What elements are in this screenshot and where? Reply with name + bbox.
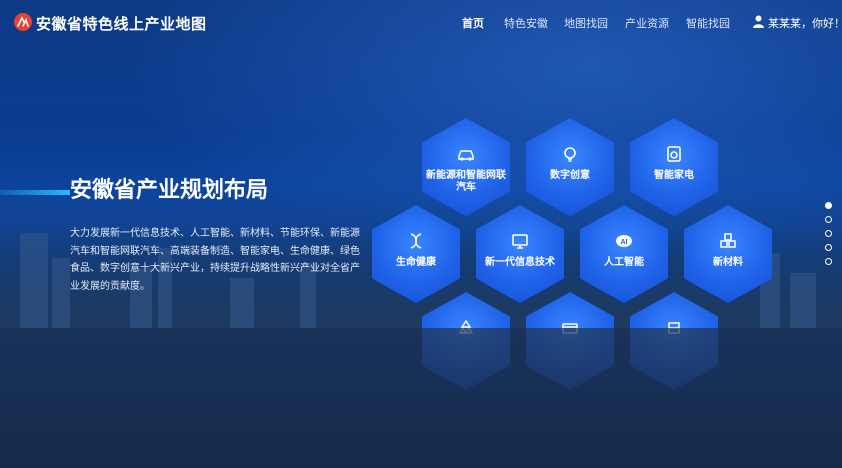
hex-label: 人工智能 (604, 257, 644, 268)
lower-shade-overlay (0, 328, 842, 468)
appliance-icon (667, 146, 681, 162)
hex-label: 智能家电 (654, 170, 694, 181)
nav-industry-resources[interactable]: 产业资源 (625, 15, 669, 31)
bulb-icon (564, 147, 576, 162)
slide-pagination (825, 202, 833, 266)
hex-label: 生命健康 (396, 257, 436, 268)
hex-label: 新材料 (713, 257, 743, 268)
logo-icon (14, 13, 32, 31)
accent-bar (0, 190, 70, 195)
pagination-dot-5[interactable] (825, 258, 832, 265)
user-greeting: 某某某，你好！ (768, 17, 842, 30)
user-icon (753, 15, 764, 28)
hex-label: 新一代信息技术 (485, 257, 555, 268)
cubes-icon (720, 233, 736, 248)
dna-icon (410, 233, 422, 249)
app-title: 安徽省特色线上产业地图 (36, 15, 207, 33)
pagination-dot-3[interactable] (825, 230, 832, 237)
car-icon (458, 150, 474, 161)
nav-map-find-park[interactable]: 地图找园 (564, 15, 608, 31)
top-header: 安徽省特色线上产业地图 首页 特色安徽 地图找园 产业资源 智能找园 某某某，你… (0, 0, 842, 44)
pagination-dot-4[interactable] (825, 244, 832, 251)
hex-label: 新能源和智能网联汽车 (426, 170, 506, 193)
nav-featured-anhui[interactable]: 特色安徽 (504, 15, 548, 31)
page-description: 大力发展新一代信息技术、人工智能、新材料、节能环保、新能源汽车和智能网联汽车、高… (70, 228, 360, 292)
ai-icon: AI (616, 235, 632, 247)
monitor-icon (512, 234, 528, 249)
pagination-dot-1[interactable] (825, 202, 832, 209)
page-title: 安徽省产业规划布局 (70, 178, 269, 203)
pagination-dot-2[interactable] (825, 216, 832, 223)
nav-smart-find-park[interactable]: 智能找园 (686, 15, 730, 31)
svg-text:AI: AI (621, 239, 628, 246)
nav-home[interactable]: 首页 (462, 15, 484, 31)
hex-label: 数字创意 (550, 170, 590, 181)
